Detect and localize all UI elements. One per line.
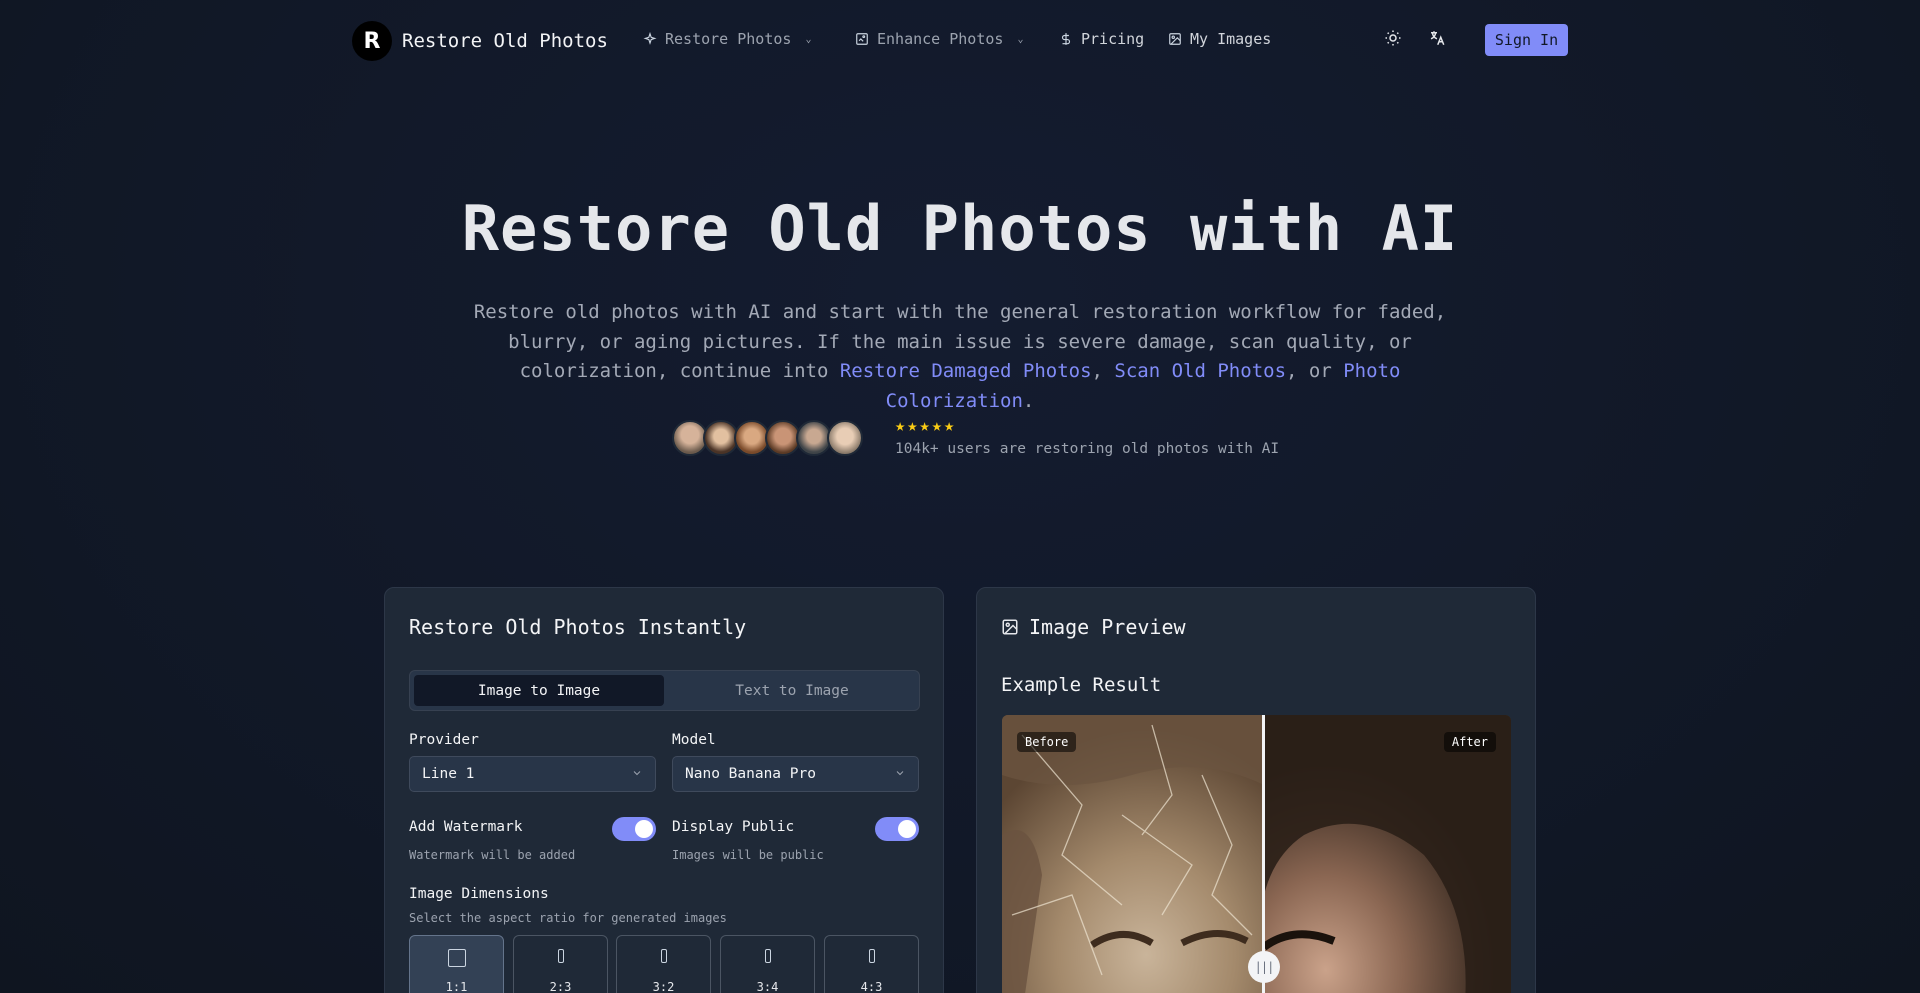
mode-tabs: Image to Image Text to Image bbox=[409, 670, 920, 711]
rating-stars: ★ ★ ★ ★ ★ bbox=[895, 416, 954, 436]
tab-text-to-image[interactable]: Text to Image bbox=[667, 675, 917, 706]
tab-image-to-image[interactable]: Image to Image bbox=[414, 675, 664, 706]
nav-pricing[interactable]: Pricing bbox=[1059, 30, 1144, 48]
nav-enhance-photos[interactable]: Enhance Photos ⌄ bbox=[855, 30, 1023, 48]
hero-desc-line3: colorization, continue into bbox=[519, 360, 840, 382]
star-icon: ★ bbox=[907, 416, 918, 436]
link-restore-damaged-photos[interactable]: Restore Damaged Photos bbox=[840, 360, 1092, 382]
ratio-label: 3:4 bbox=[756, 980, 779, 993]
page-background bbox=[0, 0, 1920, 993]
preview-card: Image Preview Example Result ||| Before … bbox=[976, 587, 1536, 993]
watermark-hint: Watermark will be added bbox=[409, 848, 576, 862]
dimensions-label: Image Dimensions bbox=[409, 886, 549, 902]
hero-title: Restore Old Photos with AI bbox=[461, 192, 1459, 265]
brand-logo[interactable]: R Restore Old Photos bbox=[352, 21, 608, 61]
landscape-icon bbox=[868, 949, 875, 963]
generator-card: Restore Old Photos Instantly Image to Im… bbox=[384, 587, 944, 993]
star-icon: ★ bbox=[931, 416, 942, 436]
image-icon bbox=[1168, 32, 1182, 46]
after-tag: After bbox=[1443, 732, 1496, 752]
after-image bbox=[1261, 715, 1511, 993]
nav-enhance-photos-label: Enhance Photos bbox=[877, 30, 1004, 48]
landscape-icon bbox=[660, 949, 667, 963]
provider-value: Line 1 bbox=[422, 766, 475, 782]
preview-header: Image Preview bbox=[1001, 615, 1186, 639]
watermark-toggle[interactable] bbox=[612, 817, 656, 841]
avatar bbox=[827, 420, 863, 456]
before-tag: Before bbox=[1017, 732, 1077, 752]
user-avatars bbox=[672, 420, 863, 456]
sign-in-button[interactable]: Sign In bbox=[1485, 24, 1568, 56]
square-icon bbox=[447, 949, 466, 967]
brand-name: Restore Old Photos bbox=[402, 30, 608, 52]
star-icon: ★ bbox=[895, 416, 906, 436]
nav-my-images[interactable]: My Images bbox=[1168, 30, 1271, 48]
ratio-option-2-3[interactable]: 2:3 bbox=[513, 935, 608, 993]
hero-desc-line2: blurry, or aging pictures. If the main i… bbox=[508, 330, 1412, 353]
desc-end: . bbox=[1022, 389, 1035, 412]
provider-select[interactable]: Line 1 bbox=[409, 756, 656, 792]
ratio-option-3-4[interactable]: 3:4 bbox=[720, 935, 815, 993]
brand-badge: R bbox=[352, 21, 392, 61]
ratio-option-1-1[interactable]: 1:1 bbox=[409, 935, 504, 993]
dimensions-hint: Select the aspect ratio for generated im… bbox=[409, 911, 727, 925]
social-proof-text: 104k+ users are restoring old photos wit… bbox=[895, 441, 1280, 457]
ratio-label: 1:1 bbox=[445, 980, 468, 993]
chevron-down-icon bbox=[894, 767, 906, 779]
ratio-label: 3:2 bbox=[652, 980, 675, 993]
separator: , bbox=[1091, 360, 1115, 382]
ratio-label: 2:3 bbox=[549, 980, 572, 993]
nav-restore-photos-label: Restore Photos bbox=[665, 30, 792, 48]
ratio-label: 4:3 bbox=[860, 980, 883, 993]
top-navbar: R Restore Old Photos Restore Photos ⌄ En… bbox=[0, 0, 1920, 80]
dollar-icon bbox=[1059, 32, 1073, 46]
model-select[interactable]: Nano Banana Pro bbox=[672, 756, 919, 792]
display-public-toggle[interactable] bbox=[875, 817, 919, 841]
preview-title: Image Preview bbox=[1029, 615, 1186, 639]
translate-icon[interactable] bbox=[1427, 28, 1447, 48]
watermark-label: Add Watermark bbox=[409, 819, 523, 835]
link-scan-old-photos[interactable]: Scan Old Photos bbox=[1114, 360, 1286, 382]
model-value: Nano Banana Pro bbox=[685, 766, 816, 782]
before-image bbox=[1002, 715, 1264, 993]
generator-title: Restore Old Photos Instantly bbox=[409, 615, 747, 639]
hero-description: Restore old photos with AI and start wit… bbox=[460, 298, 1460, 416]
sun-icon[interactable] bbox=[1383, 28, 1403, 48]
sparkle-icon bbox=[643, 31, 657, 46]
portrait-icon bbox=[764, 949, 771, 963]
chevron-down-icon: ⌄ bbox=[805, 33, 812, 45]
portrait-icon bbox=[557, 949, 564, 963]
before-after-compare[interactable]: ||| Before After bbox=[1002, 715, 1511, 993]
display-public-hint: Images will be public bbox=[672, 848, 824, 862]
star-icon: ★ bbox=[919, 416, 930, 436]
chevron-down-icon bbox=[631, 767, 643, 779]
star-icon: ★ bbox=[944, 416, 955, 436]
hero-desc-line1: Restore old photos with AI and start wit… bbox=[473, 301, 1447, 323]
ratio-option-3-2[interactable]: 3:2 bbox=[616, 935, 711, 993]
nav-restore-photos[interactable]: Restore Photos ⌄ bbox=[643, 30, 811, 48]
image-enhance-icon bbox=[855, 32, 869, 46]
ratio-option-4-3[interactable]: 4:3 bbox=[824, 935, 919, 993]
compare-slider-handle[interactable]: ||| bbox=[1248, 951, 1280, 983]
model-label: Model bbox=[672, 732, 716, 748]
separator: , or bbox=[1286, 360, 1344, 382]
nav-my-images-label: My Images bbox=[1190, 30, 1272, 48]
provider-label: Provider bbox=[409, 732, 479, 748]
display-public-label: Display Public bbox=[672, 819, 795, 835]
image-icon bbox=[1002, 619, 1018, 635]
nav-pricing-label: Pricing bbox=[1081, 30, 1145, 48]
chevron-down-icon: ⌄ bbox=[1017, 33, 1024, 45]
example-result-label: Example Result bbox=[1001, 674, 1162, 696]
